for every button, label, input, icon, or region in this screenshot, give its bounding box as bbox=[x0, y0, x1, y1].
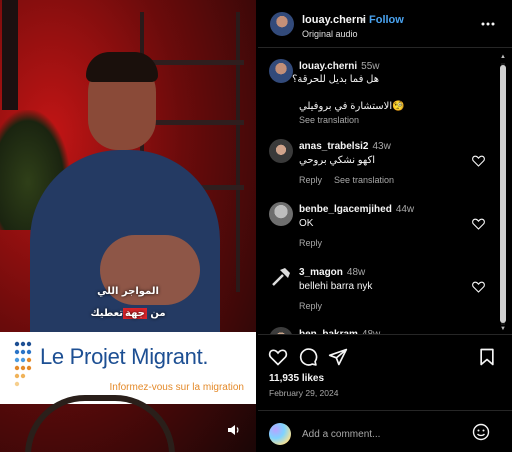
author-avatar[interactable] bbox=[270, 12, 294, 36]
avatar[interactable] bbox=[269, 265, 293, 289]
more-icon[interactable] bbox=[480, 17, 496, 31]
sponsor-banner: Le Projet Migrant. Informez-vous sur la … bbox=[0, 332, 256, 404]
comment-text: هل فما بديل للحرقة؟ bbox=[292, 74, 379, 85]
comment-list: louay.cherni 55w هل فما بديل للحرقة؟ 🧐الا… bbox=[258, 49, 512, 334]
post-panel: louay.cherni • Follow Original audio lou… bbox=[258, 0, 512, 452]
share-icon[interactable] bbox=[328, 347, 348, 367]
reply-link[interactable]: Reply bbox=[299, 301, 322, 311]
avatar[interactable] bbox=[269, 202, 293, 226]
heart-icon[interactable] bbox=[472, 281, 485, 293]
banner-brand: Le Projet Migrant. bbox=[40, 344, 209, 369]
comment-time[interactable]: 55w bbox=[361, 61, 379, 72]
comment-meta: Reply See translation bbox=[299, 175, 406, 185]
comment-user: anas_trabelsi2 43w bbox=[299, 141, 391, 152]
post-actions: 11,935 likes February 29, 2024 bbox=[258, 334, 512, 452]
mute-icon[interactable] bbox=[226, 422, 242, 438]
comment-time[interactable]: 48w bbox=[347, 267, 365, 278]
bookmark-icon[interactable] bbox=[477, 347, 497, 367]
author-username[interactable]: louay.cherni bbox=[302, 14, 366, 26]
avatar[interactable] bbox=[269, 139, 293, 163]
presenter-hair bbox=[86, 52, 158, 82]
comment-time[interactable]: 44w bbox=[396, 204, 414, 215]
comment-meta: Reply bbox=[299, 301, 334, 311]
emoji-picker-icon[interactable] bbox=[269, 423, 291, 445]
projet-migrant-logo-icon bbox=[14, 341, 32, 387]
comment-icon[interactable] bbox=[298, 347, 318, 367]
comments-scrollbar[interactable]: ▲ ▼ bbox=[499, 53, 507, 333]
comment-time[interactable]: 43w bbox=[373, 141, 391, 152]
picture-frame bbox=[2, 0, 18, 110]
comment-username[interactable]: louay.cherni bbox=[299, 61, 357, 72]
scroll-up-icon[interactable]: ▲ bbox=[499, 53, 507, 61]
avatar[interactable] bbox=[269, 327, 293, 334]
subtitle-word: تعطيك bbox=[90, 308, 123, 319]
comment-user: 3_magon 48w bbox=[299, 267, 365, 278]
smiley-icon[interactable] bbox=[472, 423, 490, 441]
audio-label[interactable]: Original audio bbox=[302, 29, 358, 39]
comment-text: OK bbox=[299, 218, 314, 229]
reply-link[interactable]: Reply bbox=[299, 238, 322, 248]
subtitle-word: من bbox=[146, 308, 166, 319]
comment-input[interactable] bbox=[302, 425, 462, 443]
likes-count[interactable]: 11,935 likes bbox=[269, 373, 324, 384]
comment-user: benbe_lgacemjihed 44w bbox=[299, 204, 414, 215]
video-subtitle-line1: المواجر اللي bbox=[97, 286, 159, 297]
heart-icon[interactable] bbox=[472, 155, 485, 167]
comment-text: اكهو نشكي بروحي bbox=[299, 155, 376, 166]
comment-user: louay.cherni 55w bbox=[299, 61, 380, 72]
avatar[interactable] bbox=[269, 59, 293, 83]
comment-username[interactable]: anas_trabelsi2 bbox=[299, 141, 369, 152]
like-heart-icon[interactable] bbox=[268, 347, 288, 367]
post-header: louay.cherni • Follow Original audio bbox=[258, 0, 512, 48]
comment-text: bellehi barra nyk bbox=[299, 281, 373, 292]
comment-composer bbox=[258, 410, 512, 452]
comment-meta: Reply bbox=[299, 238, 334, 248]
banner-tagline: Informez-vous sur la migration bbox=[109, 382, 245, 393]
see-translation-link[interactable]: See translation bbox=[299, 115, 359, 125]
hammer-icon bbox=[272, 268, 290, 286]
subtitle-highlight: جهة bbox=[123, 308, 147, 319]
reel-video[interactable]: المواجر اللي من جهةتعطيك Le Projet Migra… bbox=[0, 0, 256, 452]
comment-text: 🧐الاستشارة في بروفيلي bbox=[299, 101, 405, 112]
comment-username[interactable]: benbe_lgacemjihed bbox=[299, 204, 392, 215]
follow-button[interactable]: Follow bbox=[369, 14, 404, 26]
video-subtitle-line2: من جهةتعطيك bbox=[0, 308, 256, 319]
post-date[interactable]: February 29, 2024 bbox=[269, 388, 338, 398]
comment-username[interactable]: 3_magon bbox=[299, 267, 343, 278]
separator-dot: • bbox=[361, 14, 365, 26]
heart-icon[interactable] bbox=[472, 218, 485, 230]
scroll-down-icon[interactable]: ▼ bbox=[499, 325, 507, 333]
see-translation-link[interactable]: See translation bbox=[334, 175, 394, 185]
scroll-thumb[interactable] bbox=[500, 65, 506, 323]
reply-link[interactable]: Reply bbox=[299, 175, 322, 185]
comment-meta: See translation bbox=[299, 115, 371, 125]
